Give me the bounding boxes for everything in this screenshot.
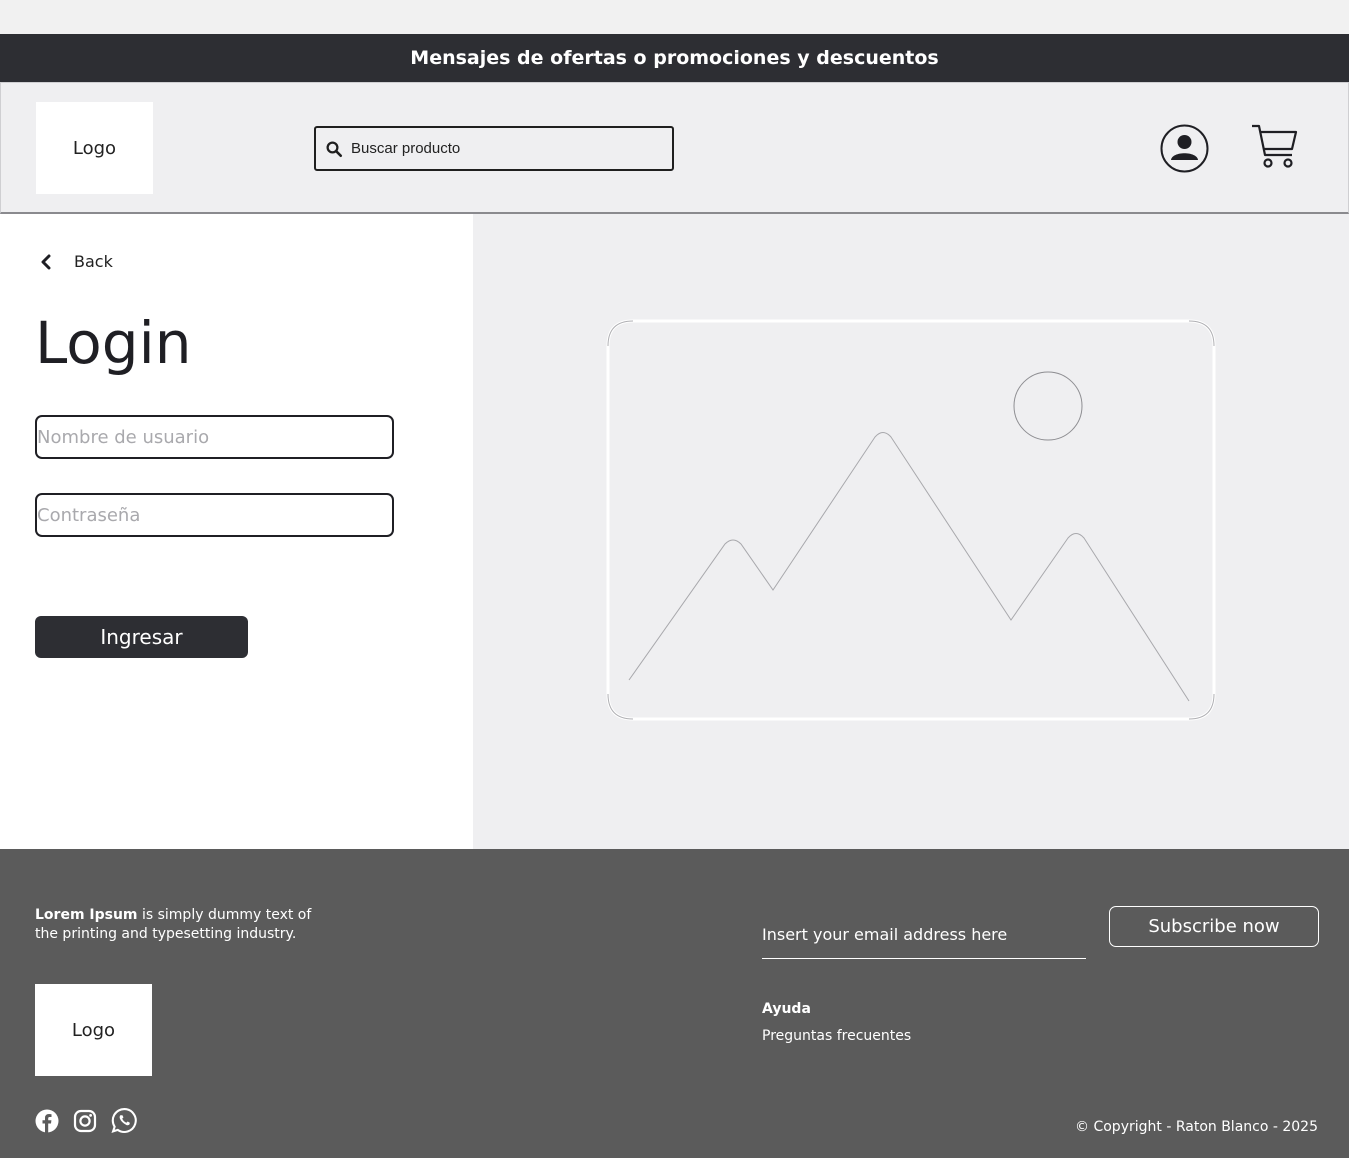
copyright-text: © Copyright - Raton Blanco - 2025 xyxy=(1075,1119,1318,1135)
instagram-icon[interactable] xyxy=(73,1109,97,1133)
header-logo[interactable]: Logo xyxy=(36,102,153,194)
footer-about: Lorem Ipsum is simply dummy text of the … xyxy=(35,906,335,944)
footer-logo-label: Logo xyxy=(71,1019,116,1041)
password-field[interactable] xyxy=(35,493,394,537)
back-label: Back xyxy=(74,252,113,271)
image-placeholder-icon xyxy=(606,319,1216,721)
whatsapp-icon[interactable] xyxy=(111,1107,138,1134)
subscribe-button[interactable]: Subscribe now xyxy=(1109,906,1319,947)
user-icon[interactable] xyxy=(1160,124,1209,173)
search-icon xyxy=(326,141,343,157)
footer-logo[interactable]: Logo xyxy=(35,984,152,1076)
social-links xyxy=(35,1107,138,1134)
back-link[interactable]: Back xyxy=(38,252,113,271)
search-bar[interactable] xyxy=(314,126,674,171)
promo-text: Mensajes de ofertas o promociones y desc… xyxy=(410,47,939,69)
chevron-left-icon xyxy=(41,254,51,269)
help-heading: Ayuda xyxy=(762,1001,811,1017)
site-header: Logo xyxy=(0,82,1349,214)
password-input[interactable] xyxy=(37,504,392,526)
username-field[interactable] xyxy=(35,415,394,459)
login-panel: Back Login Ingresar xyxy=(0,214,473,849)
page-title: Login xyxy=(35,309,192,377)
about-bold: Lorem Ipsum xyxy=(35,907,138,923)
username-input[interactable] xyxy=(37,426,392,448)
browser-top-strip xyxy=(0,0,1349,34)
email-input[interactable] xyxy=(762,925,1086,944)
facebook-icon[interactable] xyxy=(35,1109,59,1133)
site-footer: Lorem Ipsum is simply dummy text of the … xyxy=(0,849,1349,1158)
logo-label: Logo xyxy=(72,137,117,159)
faq-link[interactable]: Preguntas frecuentes xyxy=(762,1028,911,1044)
promo-banner: Mensajes de ofertas o promociones y desc… xyxy=(0,34,1349,82)
search-input[interactable] xyxy=(351,140,651,157)
login-submit-button[interactable]: Ingresar xyxy=(35,616,248,658)
image-panel xyxy=(473,214,1349,849)
cart-icon[interactable] xyxy=(1250,122,1298,172)
newsletter-email-field[interactable] xyxy=(762,911,1086,959)
